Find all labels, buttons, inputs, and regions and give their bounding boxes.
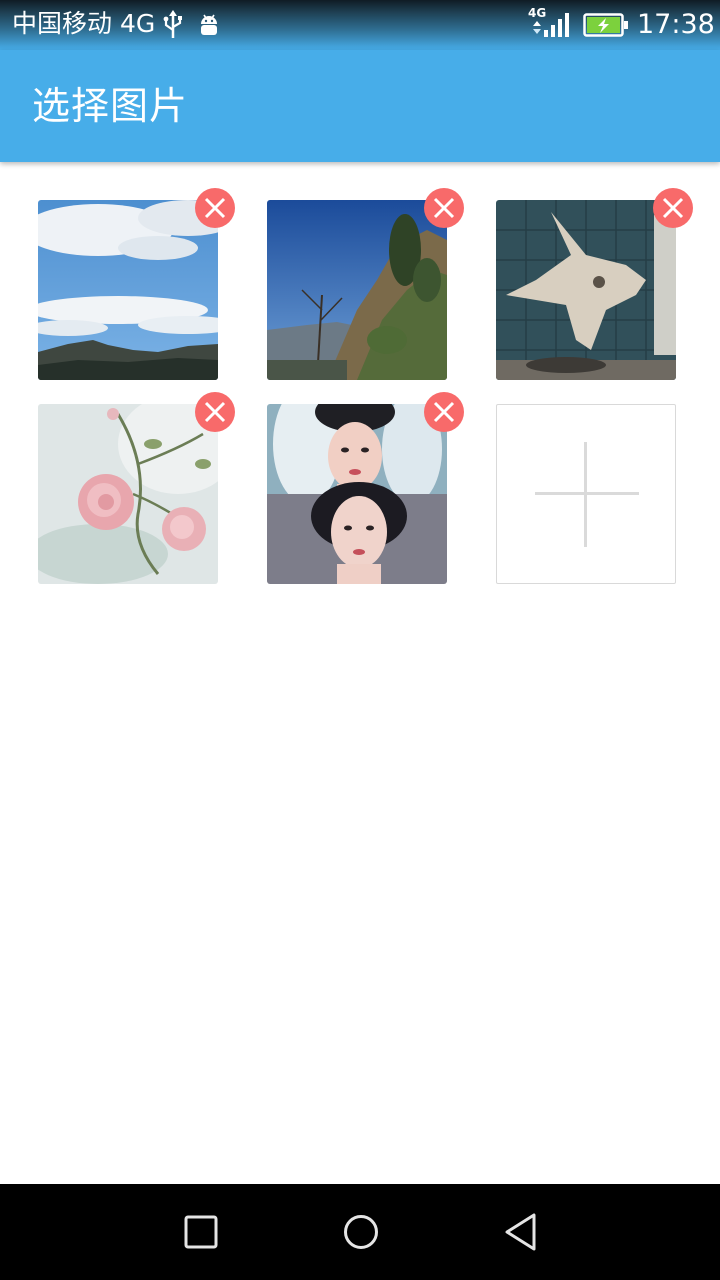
android-debug-icon (201, 14, 217, 35)
back-icon[interactable] (502, 1212, 542, 1252)
delete-photo-5-button[interactable] (424, 392, 464, 432)
photo-thumbnail-statue[interactable] (496, 200, 676, 380)
delete-photo-2-button[interactable] (424, 188, 464, 228)
home-icon[interactable] (341, 1212, 381, 1252)
close-icon (662, 197, 684, 219)
photo-thumbnail-portrait[interactable] (267, 404, 447, 584)
navigation-bar (0, 1184, 720, 1280)
close-icon (204, 197, 226, 219)
carrier-label: 中国移动 4G (12, 9, 156, 38)
delete-photo-3-button[interactable] (653, 188, 693, 228)
signal-icon (533, 13, 569, 37)
delete-photo-4-button[interactable] (195, 392, 235, 432)
close-icon (204, 401, 226, 423)
add-photo-button[interactable] (496, 404, 676, 584)
battery-charging-icon (583, 13, 628, 37)
photo-thumbnail-roses[interactable] (38, 404, 218, 584)
close-icon (433, 197, 455, 219)
delete-photo-1-button[interactable] (195, 188, 235, 228)
recent-apps-icon[interactable] (181, 1212, 221, 1252)
plus-icon-horizontal-bar (535, 492, 639, 495)
status-clock: 17:38 (637, 9, 715, 40)
photo-thumbnail-sky[interactable] (38, 200, 218, 380)
usb-icon (163, 10, 182, 38)
screen: 中国移动 4G 4G 17:38 选择图片 (0, 0, 720, 1280)
close-icon (433, 401, 455, 423)
page-title: 选择图片 (32, 84, 189, 128)
plus-icon-vertical-bar (584, 442, 587, 547)
photo-thumbnail-hillside[interactable] (267, 200, 447, 380)
app-bar: 选择图片 (0, 50, 720, 162)
status-bar: 中国移动 4G 4G 17:38 (0, 0, 720, 50)
